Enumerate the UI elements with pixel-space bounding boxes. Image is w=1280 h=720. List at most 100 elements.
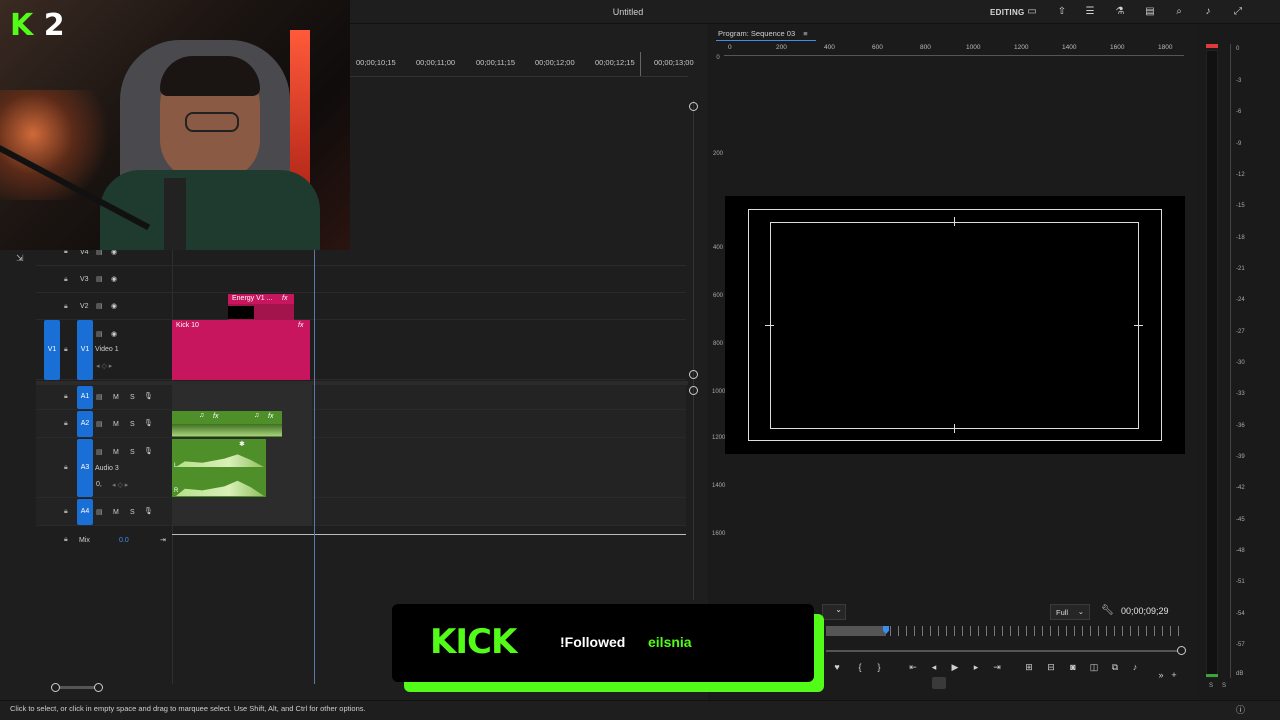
track-target-a3[interactable]: A3	[77, 439, 93, 497]
track-v2[interactable]	[36, 293, 686, 320]
export-icon[interactable]: ⇧	[1056, 6, 1068, 18]
time-ruler[interactable]: 00;00;10;15 00;00;11;00 00;00;11;15 00;0…	[350, 58, 695, 74]
eye-icon[interactable]: ◉	[111, 275, 117, 283]
go-to-out-icon[interactable]: ⇥	[991, 662, 1003, 673]
lock-icon[interactable]: 🔒︎	[64, 346, 72, 354]
sync-icon[interactable]: ▤	[96, 330, 103, 338]
lock-icon[interactable]: 🔒︎	[64, 508, 72, 516]
mute-button[interactable]: M	[113, 421, 119, 428]
search-icon[interactable]: ⌕	[1173, 6, 1185, 18]
scroll-handle[interactable]	[51, 683, 60, 692]
info-icon[interactable]: ⓘ	[1236, 703, 1245, 716]
lock-icon[interactable]: 🔒︎	[64, 464, 72, 472]
scroll-handle[interactable]	[689, 102, 698, 111]
comment-icon[interactable]: ▤	[1144, 6, 1156, 18]
solo-button[interactable]: S	[1222, 683, 1226, 689]
scroll-handle[interactable]	[1177, 646, 1186, 655]
mute-button[interactable]: M	[113, 509, 119, 516]
keyframe-nav-icon[interactable]: ◂ ◇ ▸	[96, 362, 112, 370]
v-scroll-track[interactable]	[693, 100, 694, 600]
play-icon[interactable]: ▶	[949, 662, 961, 673]
wrench-icon[interactable]: 🔧︎	[1101, 605, 1114, 616]
lock-icon[interactable]: 🔒︎	[64, 276, 72, 284]
track-target-v1[interactable]: V1	[77, 320, 93, 380]
mic-icon[interactable]: 🎙︎	[144, 507, 153, 515]
add-icon[interactable]: +	[1168, 670, 1180, 680]
track-label: Audio 3	[95, 465, 119, 472]
zoom-scroll-bar[interactable]	[826, 650, 1182, 652]
mix-end-icon[interactable]: ⇥	[160, 536, 166, 544]
mute-button[interactable]: M	[113, 394, 119, 401]
keyframe-nav-icon[interactable]: ◂ ◇ ▸	[112, 481, 128, 489]
lift-icon[interactable]: ⊞	[1023, 662, 1035, 673]
track-v3[interactable]	[36, 266, 686, 293]
track-a3[interactable]	[36, 438, 686, 498]
zoom-select[interactable]: Full ⌄	[1050, 604, 1090, 620]
scroll-handle[interactable]	[689, 370, 698, 379]
db-label: -45	[1236, 517, 1245, 523]
lock-icon[interactable]: 🔒︎	[64, 393, 72, 401]
workspace-label[interactable]: EDITING	[990, 8, 1025, 17]
volume-icon[interactable]: ♪	[1202, 6, 1214, 18]
more-icon[interactable]: »	[1155, 670, 1167, 680]
eye-icon[interactable]: ◉	[111, 302, 117, 310]
h-scroll-bar[interactable]	[56, 686, 98, 689]
solo-button[interactable]: S	[130, 394, 135, 401]
mix-value[interactable]: 0.0	[119, 537, 129, 544]
mic-icon[interactable]: 🎙︎	[144, 392, 153, 400]
mic-icon[interactable]: 🎙︎	[144, 447, 153, 455]
ruler-label: 200	[712, 151, 723, 157]
panel-menu-icon[interactable]: ≡	[803, 29, 807, 38]
step-forward-icon[interactable]: ▸	[970, 662, 982, 673]
sync-icon[interactable]: ▤	[96, 393, 103, 401]
solo-button[interactable]: S	[130, 449, 135, 456]
fullscreen-icon[interactable]: ⤢	[1232, 6, 1244, 18]
solo-button[interactable]: S	[130, 421, 135, 428]
video-preview[interactable]	[725, 196, 1185, 454]
playhead-timecode[interactable]: 00;00;09;29	[1121, 606, 1169, 616]
track-target-a2[interactable]: A2	[77, 411, 93, 437]
playhead[interactable]	[314, 250, 315, 684]
volume-icon[interactable]: ♪	[1129, 662, 1141, 672]
marker-icon[interactable]: ♥	[831, 662, 843, 672]
track-target-a4[interactable]: A4	[77, 499, 93, 525]
camera-icon[interactable]: ◙	[1067, 662, 1079, 672]
go-to-in-icon[interactable]: ⇤	[907, 662, 919, 673]
track-v1[interactable]	[36, 320, 686, 380]
sync-icon[interactable]: ▤	[96, 420, 103, 428]
sync-icon[interactable]: ▤	[96, 448, 103, 456]
panel-icon[interactable]: ▭	[1026, 6, 1038, 18]
source-patch-v1[interactable]: V1	[44, 320, 60, 380]
eye-icon[interactable]: ◉	[111, 330, 117, 338]
panel-title[interactable]: Program: Sequence 03 ≡	[718, 29, 808, 38]
proxy-icon[interactable]: ⧉	[1109, 662, 1121, 673]
mute-button[interactable]: M	[113, 449, 119, 456]
snap-icon[interactable]: ⇲	[16, 253, 24, 264]
vr-toggle-icon[interactable]	[932, 677, 946, 689]
fit-select[interactable]: ⌄	[822, 604, 846, 620]
mic-icon[interactable]: 🎙︎	[144, 419, 153, 427]
db-label: -36	[1236, 423, 1245, 429]
scroll-handle[interactable]	[689, 386, 698, 395]
mark-out-icon[interactable]: }	[873, 662, 885, 672]
lock-icon[interactable]: 🔒︎	[64, 420, 72, 428]
center-mark	[954, 217, 955, 226]
clip-kick10[interactable]	[172, 320, 310, 380]
scroll-handle[interactable]	[94, 683, 103, 692]
extract-icon[interactable]: ⊟	[1045, 662, 1057, 673]
sync-icon[interactable]: ▤	[96, 275, 103, 283]
lock-icon[interactable]: 🔒︎	[64, 536, 72, 544]
sync-icon[interactable]: ▤	[96, 508, 103, 516]
sync-icon[interactable]: ▤	[96, 302, 103, 310]
comparison-icon[interactable]: ◫	[1088, 662, 1100, 673]
solo-button[interactable]: S	[1209, 683, 1213, 689]
peak-clip-indicator[interactable]	[1206, 44, 1218, 48]
list-icon[interactable]: ☰	[1084, 6, 1096, 18]
solo-button[interactable]: S	[130, 509, 135, 516]
flask-icon[interactable]: ⚗	[1114, 6, 1126, 18]
track-target-a1[interactable]: A1	[77, 386, 93, 409]
mark-in-icon[interactable]: {	[854, 662, 866, 672]
level-value[interactable]: 0,	[96, 481, 102, 488]
lock-icon[interactable]: 🔒︎	[64, 303, 72, 311]
step-back-icon[interactable]: ◂	[928, 662, 940, 673]
